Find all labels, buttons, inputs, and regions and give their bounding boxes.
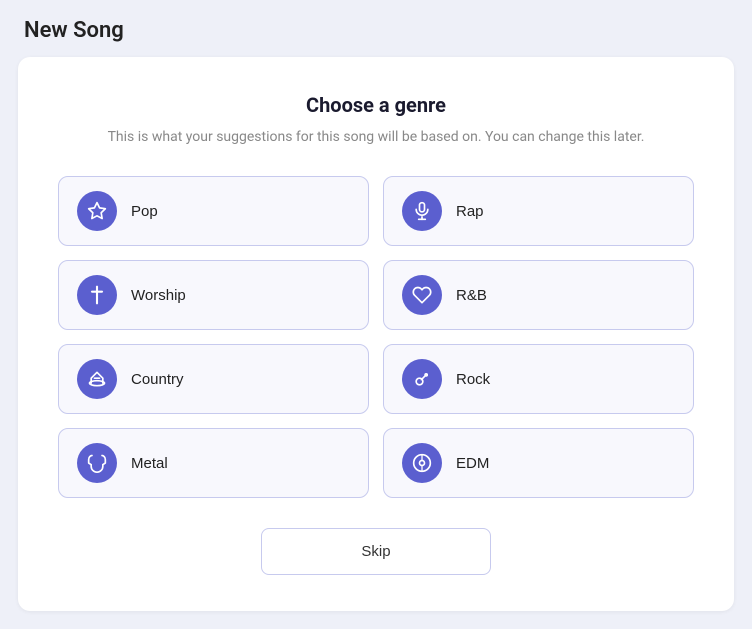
genre-label: Pop <box>131 203 158 220</box>
genre-card: Choose a genre This is what your suggest… <box>18 57 734 611</box>
star-icon <box>77 191 117 231</box>
horns-icon <box>77 443 117 483</box>
genre-btn-rock[interactable]: Rock <box>383 344 694 414</box>
skip-button[interactable]: Skip <box>261 528 491 575</box>
genre-label: Rap <box>456 203 484 220</box>
genre-btn-rnb[interactable]: R&B <box>383 260 694 330</box>
genre-btn-metal[interactable]: Metal <box>58 428 369 498</box>
genre-label: Metal <box>131 455 168 472</box>
heart-icon <box>402 275 442 315</box>
disc-icon <box>402 443 442 483</box>
card-subtitle: This is what your suggestions for this s… <box>58 127 694 148</box>
cross-icon <box>77 275 117 315</box>
genre-btn-pop[interactable]: Pop <box>58 176 369 246</box>
mic-icon <box>402 191 442 231</box>
hat-icon <box>77 359 117 399</box>
guitar-icon <box>402 359 442 399</box>
genre-grid: Pop Rap Worship R&B Country Rock Metal EDM <box>58 176 694 498</box>
genre-btn-rap[interactable]: Rap <box>383 176 694 246</box>
page-header: New Song <box>0 0 752 57</box>
genre-btn-edm[interactable]: EDM <box>383 428 694 498</box>
genre-label: Rock <box>456 371 490 388</box>
genre-btn-country[interactable]: Country <box>58 344 369 414</box>
card-title: Choose a genre <box>58 93 694 117</box>
genre-label: Worship <box>131 287 186 304</box>
genre-label: Country <box>131 371 184 388</box>
page-title: New Song <box>24 18 728 43</box>
genre-label: R&B <box>456 287 487 304</box>
genre-btn-worship[interactable]: Worship <box>58 260 369 330</box>
genre-label: EDM <box>456 455 489 472</box>
